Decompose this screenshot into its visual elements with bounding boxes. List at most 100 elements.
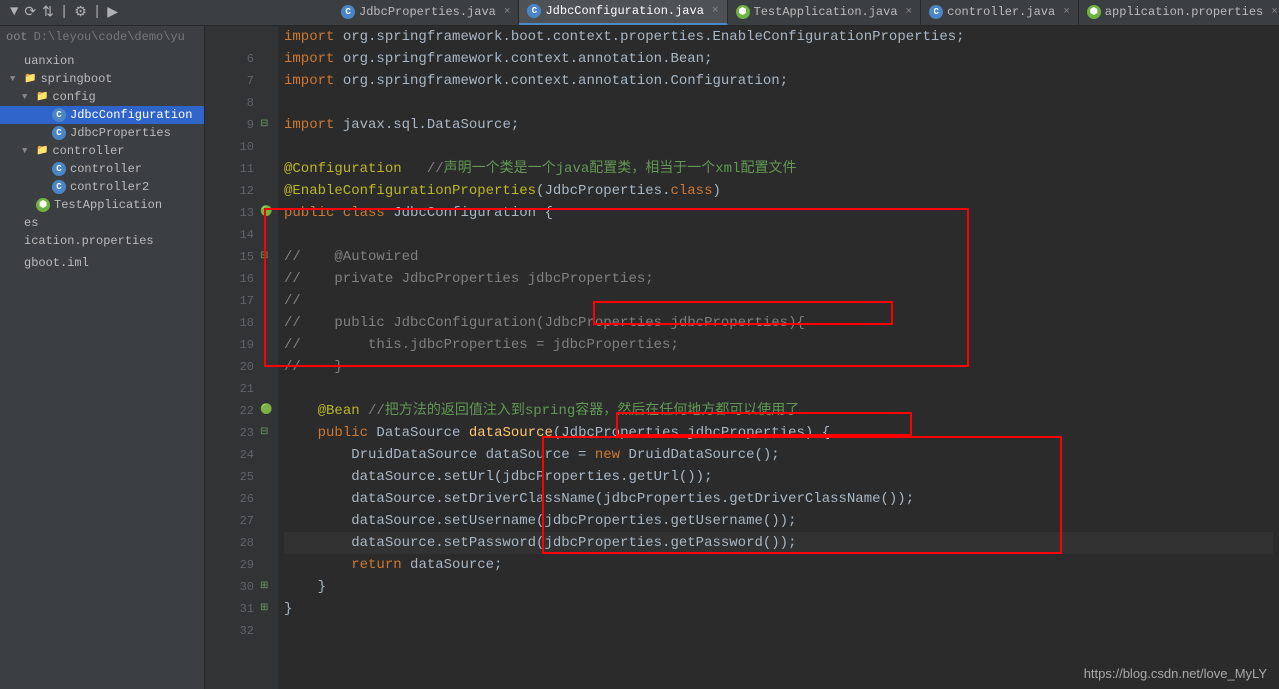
gear-icon[interactable]: ⚙ <box>74 4 87 21</box>
tree-item[interactable]: Ccontroller <box>0 160 204 178</box>
code-line[interactable] <box>284 378 1273 400</box>
line-number: 17 <box>211 290 254 312</box>
line-number: 14 <box>211 224 254 246</box>
path-prefix: oot <box>6 30 28 44</box>
code-line[interactable]: public class JdbcConfiguration { <box>284 202 1273 224</box>
code-line[interactable]: // public JdbcConfiguration(JdbcProperti… <box>284 312 1273 334</box>
line-number: 12 <box>211 180 254 202</box>
close-icon[interactable]: × <box>1271 6 1278 18</box>
code-line[interactable] <box>284 224 1273 246</box>
gutter-mark <box>260 466 278 488</box>
code-line[interactable]: dataSource.setUrl(jdbcProperties.getUrl(… <box>284 466 1273 488</box>
code-content[interactable]: import org.springframework.boot.context.… <box>278 26 1279 689</box>
code-line[interactable]: import org.springframework.context.annot… <box>284 70 1273 92</box>
tab-label: TestApplication.java <box>754 5 898 19</box>
tab-label: controller.java <box>947 5 1055 19</box>
code-line[interactable] <box>284 92 1273 114</box>
close-icon[interactable]: × <box>1063 6 1070 18</box>
tree-label: es <box>24 216 38 230</box>
folder-icon: 📁 <box>36 145 48 157</box>
chevron-icon: ▼ <box>22 146 32 156</box>
close-icon[interactable]: × <box>504 6 511 18</box>
tree-label: controller <box>70 162 142 176</box>
tree-item[interactable]: CJdbcProperties <box>0 124 204 142</box>
line-number: 11 <box>211 158 254 180</box>
code-line[interactable]: dataSource.setPassword(jdbcProperties.ge… <box>284 532 1273 554</box>
editor-tab[interactable]: Ccontroller.java × <box>921 0 1079 25</box>
refresh-icon[interactable]: ⟳ <box>24 4 36 21</box>
line-number <box>211 26 254 48</box>
gutter-mark <box>260 136 278 158</box>
divider: | <box>93 4 101 21</box>
tree-item[interactable]: CJdbcConfiguration <box>0 106 204 124</box>
editor-tabs: CJdbcProperties.java× C JdbcConfiguration.… <box>333 0 1279 26</box>
tree-item[interactable]: es <box>0 214 204 232</box>
divider: | <box>60 4 68 21</box>
tab-label: JdbcConfiguration.java <box>545 4 703 18</box>
tree-label: TestApplication <box>54 198 162 212</box>
code-line[interactable]: public DataSource dataSource(JdbcPropert… <box>284 422 1273 444</box>
close-icon[interactable]: × <box>906 6 913 18</box>
code-line[interactable]: // private JdbcProperties jdbcProperties… <box>284 268 1273 290</box>
tree-item[interactable]: ▼ 📁 controller <box>0 142 204 160</box>
line-number: 19 <box>211 334 254 356</box>
tree-item[interactable]: uanxion <box>0 52 204 70</box>
editor-tab[interactable]: ⬢application.properties× <box>1079 0 1279 25</box>
code-line[interactable]: import org.springframework.context.annot… <box>284 48 1273 70</box>
code-line[interactable]: } <box>284 576 1273 598</box>
toolbar-icon[interactable]: ▼ <box>10 4 18 21</box>
gutter-mark: ⊟ <box>260 114 278 136</box>
line-number: 25 <box>211 466 254 488</box>
path-text: D:\leyou\code\demo\yu <box>34 30 185 44</box>
gutter-mark <box>260 510 278 532</box>
code-line[interactable]: return dataSource; <box>284 554 1273 576</box>
gutter-mark <box>260 224 278 246</box>
code-line[interactable]: @Configuration //声明一个类是一个java配置类，相当于一个xm… <box>284 158 1273 180</box>
gutter-mark <box>260 26 278 48</box>
code-line[interactable]: // <box>284 290 1273 312</box>
tree-label: controller <box>52 144 124 158</box>
code-line[interactable]: DruidDataSource dataSource = new DruidDa… <box>284 444 1273 466</box>
tree-item[interactable]: ⬢TestApplication <box>0 196 204 214</box>
code-line[interactable] <box>284 136 1273 158</box>
line-number: 31 <box>211 598 254 620</box>
code-line[interactable]: import javax.sql.DataSource; <box>284 114 1273 136</box>
class-icon: C <box>929 5 943 19</box>
code-line[interactable]: @EnableConfigurationProperties(JdbcPrope… <box>284 180 1273 202</box>
line-number: 28 <box>211 532 254 554</box>
tree-item[interactable]: ▼📁config <box>0 88 204 106</box>
code-line[interactable]: // this.jdbcProperties = jdbcProperties; <box>284 334 1273 356</box>
code-line[interactable]: dataSource.setDriverClassName(jdbcProper… <box>284 488 1273 510</box>
editor[interactable]: 6789101112131415161718192021222324252627… <box>205 26 1279 689</box>
code-line[interactable] <box>284 620 1273 642</box>
gutter-mark <box>260 488 278 510</box>
sync-icon[interactable]: ⇅ <box>42 4 54 21</box>
run-icon[interactable]: ▶ <box>107 4 118 21</box>
tree-item[interactable]: ▼📁springboot <box>0 70 204 88</box>
editor-tab[interactable]: CJdbcProperties.java× <box>333 0 519 25</box>
gutter-mark <box>260 268 278 290</box>
code-line[interactable]: // @Autowired <box>284 246 1273 268</box>
tree-item[interactable]: Ccontroller2 <box>0 178 204 196</box>
gutter-mark <box>260 620 278 642</box>
tree-item[interactable]: gboot.iml <box>0 254 204 272</box>
folder-icon: 📁 <box>24 73 36 85</box>
project-tree[interactable]: uanxion ▼ 📁 springboot ▼📁configCJdbcConfigur… <box>0 48 204 276</box>
tree-item[interactable]: ication.properties <box>0 232 204 250</box>
editor-tab[interactable]: ⬢TestApplication.java× <box>728 0 922 25</box>
close-icon[interactable]: × <box>712 5 719 17</box>
gutter-mark <box>260 532 278 554</box>
tree-label: gboot.iml <box>24 256 89 270</box>
code-line[interactable]: // } <box>284 356 1273 378</box>
line-number: 32 <box>211 620 254 642</box>
code-line[interactable]: @Bean //把方法的返回值注入到spring容器，然后在任何地方都可以使用了 <box>284 400 1273 422</box>
tree-label: springboot <box>40 72 112 86</box>
code-line[interactable]: dataSource.setUsername(jdbcProperties.ge… <box>284 510 1273 532</box>
editor-tab[interactable]: CJdbcConfiguration.java× <box>519 0 727 25</box>
gutter-mark: 🟢 <box>260 202 278 224</box>
code-line[interactable]: import org.springframework.boot.context.… <box>284 26 1273 48</box>
line-number: 29 <box>211 554 254 576</box>
code-line[interactable]: } <box>284 598 1273 620</box>
chevron-icon: ▼ <box>22 92 32 102</box>
line-number: 27 <box>211 510 254 532</box>
